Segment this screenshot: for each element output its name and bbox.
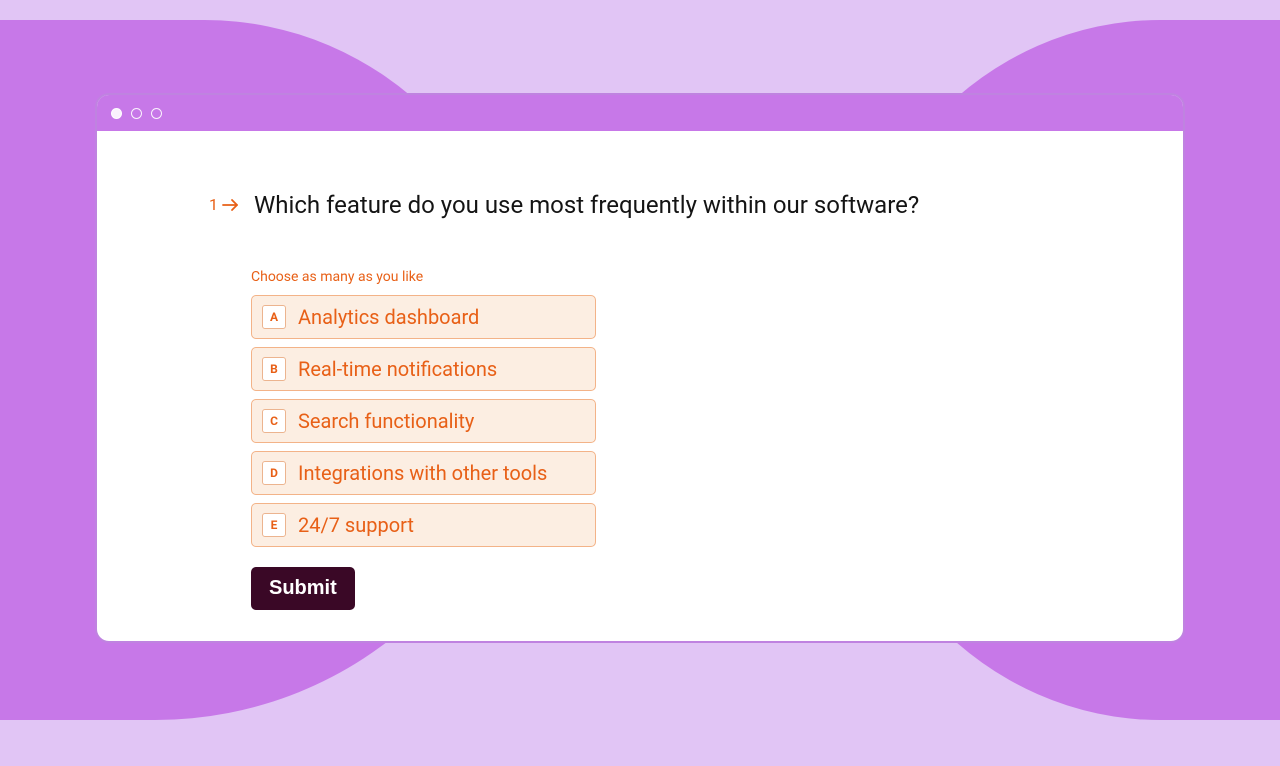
option-key: E — [262, 513, 286, 537]
submit-button[interactable]: Submit — [251, 567, 355, 610]
selection-instructions: Choose as many as you like — [251, 269, 1143, 285]
option-key: A — [262, 305, 286, 329]
option-key: B — [262, 357, 286, 381]
question-row: 1 Which feature do you use most frequent… — [209, 189, 1143, 221]
option-b[interactable]: B Real-time notifications — [251, 347, 596, 391]
option-label: Analytics dashboard — [298, 305, 479, 329]
question-number-text: 1 — [209, 195, 218, 214]
browser-window: 1 Which feature do you use most frequent… — [95, 93, 1185, 643]
form-content: 1 Which feature do you use most frequent… — [97, 131, 1183, 640]
arrow-right-icon — [222, 198, 240, 212]
option-d[interactable]: D Integrations with other tools — [251, 451, 596, 495]
option-label: 24/7 support — [298, 513, 414, 537]
option-label: Integrations with other tools — [298, 461, 547, 485]
option-e[interactable]: E 24/7 support — [251, 503, 596, 547]
option-label: Search functionality — [298, 409, 474, 433]
option-label: Real-time notifications — [298, 357, 497, 381]
option-key: D — [262, 461, 286, 485]
question-text: Which feature do you use most frequently… — [254, 189, 919, 221]
option-a[interactable]: A Analytics dashboard — [251, 295, 596, 339]
option-key: C — [262, 409, 286, 433]
answers-block: Choose as many as you like A Analytics d… — [251, 269, 1143, 610]
window-control-zoom-icon — [151, 108, 162, 119]
question-number: 1 — [209, 195, 240, 214]
option-c[interactable]: C Search functionality — [251, 399, 596, 443]
window-control-minimize-icon — [131, 108, 142, 119]
window-control-close-icon — [111, 108, 122, 119]
window-title-bar — [97, 95, 1183, 131]
